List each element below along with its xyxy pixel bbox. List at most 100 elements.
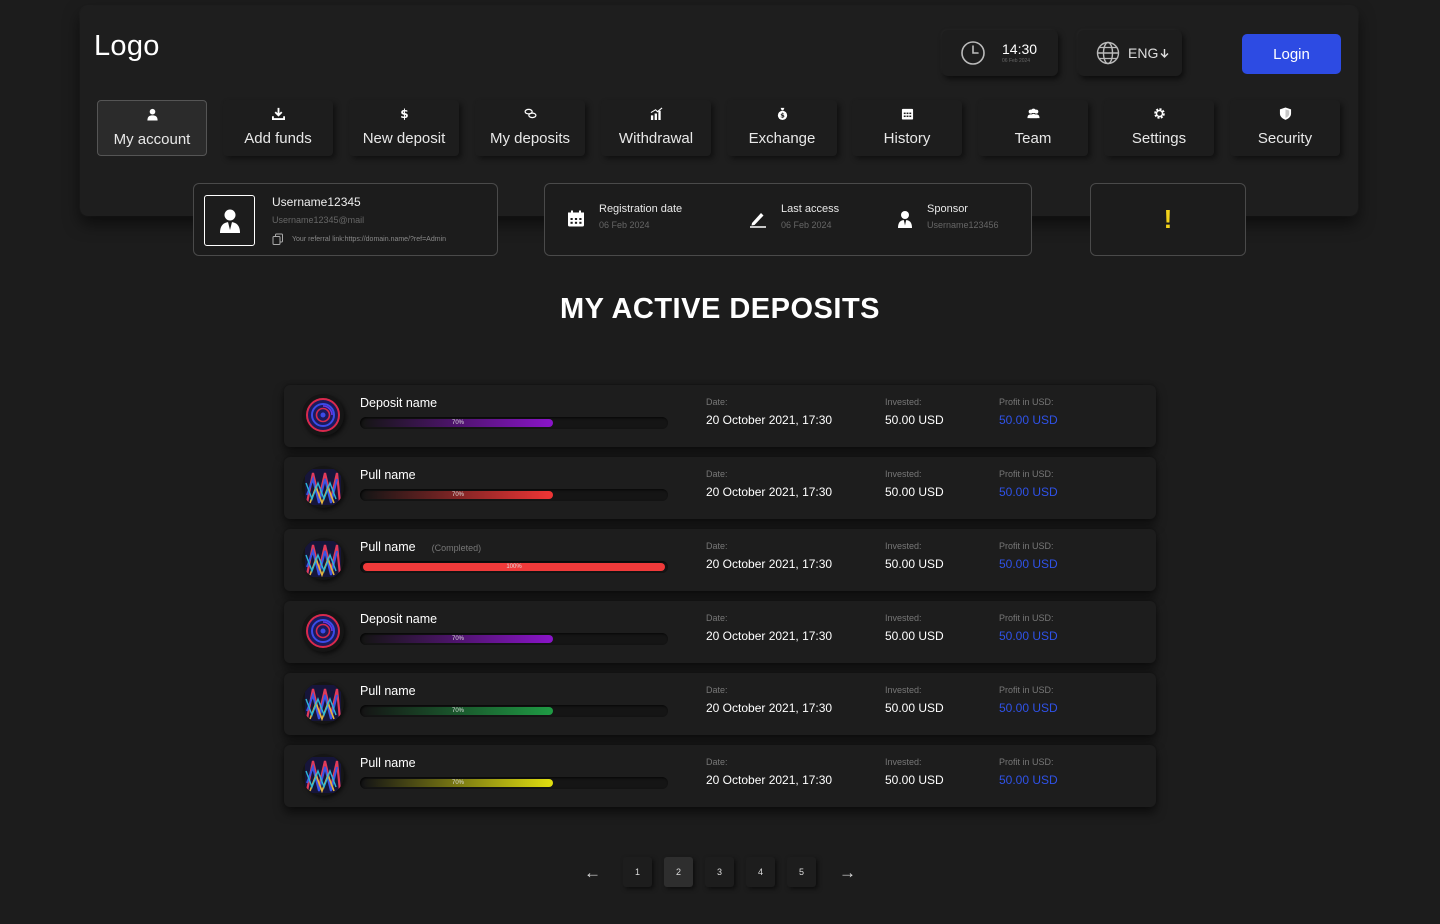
deposit-name: Deposit name <box>360 612 437 626</box>
deposit-invested-value: 50.00 USD <box>885 773 944 787</box>
nav-item-exchange[interactable]: $ Exchange <box>727 100 837 156</box>
progress-label: 70% <box>451 492 464 498</box>
dollar-icon: $ <box>398 107 411 130</box>
chart-icon <box>650 107 663 130</box>
deposit-invested: Invested: 50.00 USD <box>885 613 944 643</box>
pattern-logo-icon <box>302 538 344 580</box>
deposit-invested-value: 50.00 USD <box>885 413 944 427</box>
last-access-value: 06 Feb 2024 <box>781 220 832 230</box>
deposit-profit-value: 50.00 USD <box>999 773 1058 787</box>
referral-link[interactable]: Your referral link:https://domain.name/?… <box>272 233 446 245</box>
deposit-name-text: Pull name <box>360 468 416 482</box>
language-selector[interactable]: ENG <box>1078 30 1182 76</box>
nav-item-add-funds[interactable]: Add funds <box>223 100 333 156</box>
progress-bar: 100% <box>360 561 668 573</box>
nav-item-security[interactable]: Security <box>1230 100 1340 156</box>
pattern-logo-icon <box>302 754 344 796</box>
user-icon <box>146 108 159 131</box>
nav-item-label: Exchange <box>748 130 816 147</box>
progress-bar: 70% <box>360 705 668 717</box>
copy-icon[interactable] <box>272 233 284 245</box>
arrow-down-icon <box>1160 49 1169 58</box>
login-button[interactable]: Login <box>1242 34 1341 74</box>
nav-item-settings[interactable]: Settings <box>1104 100 1214 156</box>
deposit-profit-label: Profit in USD: <box>999 397 1054 407</box>
sponsor: Sponsor Username123456 <box>897 203 999 230</box>
progress-fill: 70% <box>363 635 553 643</box>
registration-value: 06 Feb 2024 <box>599 220 650 230</box>
deposit-name: Pull name <box>360 468 416 482</box>
deposit-profit-label: Profit in USD: <box>999 541 1054 551</box>
page-button-3[interactable]: 3 <box>705 857 734 887</box>
nav-item-label: History <box>883 130 931 147</box>
sponsor-label: Sponsor <box>927 203 968 215</box>
pattern-logo-icon <box>302 682 344 724</box>
last-access: Last access 06 Feb 2024 <box>749 203 839 230</box>
deposit-date-value: 20 October 2021, 17:30 <box>706 629 833 643</box>
deposit-invested-label: Invested: <box>885 757 922 767</box>
deposit-invested-value: 50.00 USD <box>885 629 944 643</box>
deposit-invested-label: Invested: <box>885 541 922 551</box>
page-button-1[interactable]: 1 <box>623 857 652 887</box>
last-access-label: Last access <box>781 203 840 215</box>
pagination: ← 12345 → <box>0 857 1440 889</box>
clock-widget: 14:30 06 Feb 2024 <box>942 30 1058 76</box>
account-info-card: Registration date 06 Feb 2024 Last acces… <box>544 183 1032 256</box>
page-button-2[interactable]: 2 <box>664 857 693 887</box>
money-bag-icon: $ <box>776 107 789 130</box>
nav-item-label: Team <box>1014 130 1052 147</box>
pattern-logo-icon <box>302 466 344 508</box>
nav-item-my-account[interactable]: My account <box>97 100 207 156</box>
nav-item-withdrawal[interactable]: Withdrawal <box>601 100 711 156</box>
nav-item-label: My account <box>113 131 191 148</box>
progress-fill: 100% <box>363 563 665 571</box>
deposit-date: Date: 20 October 2021, 17:30 <box>706 469 832 499</box>
deposit-date: Date: 20 October 2021, 17:30 <box>706 757 832 787</box>
nav-item-label: New deposit <box>362 130 446 147</box>
deposit-row[interactable]: Deposit name 70% Date: 20 October 2021, 17:… <box>284 601 1156 663</box>
page-button-5[interactable]: 5 <box>787 857 816 887</box>
deposit-row[interactable]: Deposit name 70% Date: 20 October 2021, 17:… <box>284 385 1156 447</box>
deposit-name-text: Pull name <box>360 540 416 554</box>
user-card: Username12345 Username12345@mail Your re… <box>193 183 498 256</box>
page-button-4[interactable]: 4 <box>746 857 775 887</box>
deposit-row[interactable]: Pull name (Completed) 100% Date: 20 October … <box>284 529 1156 591</box>
nav-item-history[interactable]: History <box>852 100 962 156</box>
nav-item-new-deposit[interactable]: $ New deposit <box>349 100 459 156</box>
language-label: ENG <box>1128 45 1159 61</box>
progress-bar: 70% <box>360 489 668 501</box>
download-icon <box>271 107 285 130</box>
pencil-icon <box>750 213 766 228</box>
deposit-profit-label: Profit in USD: <box>999 757 1054 767</box>
progress-label: 70% <box>451 708 464 714</box>
deposit-row[interactable]: Pull name 70% Date: 20 October 2021, 17:30 I… <box>284 673 1156 735</box>
progress-label: 70% <box>451 636 464 642</box>
deposit-name-text: Deposit name <box>360 612 438 626</box>
deposit-date: Date: 20 October 2021, 17:30 <box>706 541 832 571</box>
deposit-row[interactable]: Pull name 70% Date: 20 October 2021, 17:30 I… <box>284 457 1156 519</box>
registration-date: Registration date 06 Feb 2024 <box>567 203 682 230</box>
logo[interactable]: Logo <box>94 30 160 63</box>
deposit-invested-label: Invested: <box>885 397 922 407</box>
nav-item-my-deposits[interactable]: My deposits <box>475 100 585 156</box>
next-page-button[interactable]: → <box>839 863 856 883</box>
progress-label: 70% <box>451 420 464 426</box>
calendar-icon <box>568 210 584 227</box>
deposit-date-label: Date: <box>706 541 728 551</box>
nav-item-label: Withdrawal <box>618 130 694 147</box>
deposit-invested: Invested: 50.00 USD <box>885 469 944 499</box>
progress-bar: 70% <box>360 777 668 789</box>
progress-bar: 70% <box>360 417 668 429</box>
prev-page-button[interactable]: ← <box>584 863 601 883</box>
coin-logo-icon <box>302 394 344 436</box>
progress-fill: 70% <box>363 419 553 427</box>
deposit-invested: Invested: 50.00 USD <box>885 685 944 715</box>
avatar <box>204 195 255 246</box>
nav-item-team[interactable]: Team <box>978 100 1088 156</box>
alert-card[interactable]: ! <box>1090 183 1246 256</box>
deposit-invested: Invested: 50.00 USD <box>885 397 944 427</box>
deposit-row[interactable]: Pull name 70% Date: 20 October 2021, 17:30 I… <box>284 745 1156 807</box>
deposit-profit-value: 50.00 USD <box>999 701 1058 715</box>
coin-logo-icon <box>302 610 344 652</box>
deposit-date: Date: 20 October 2021, 17:30 <box>706 685 832 715</box>
